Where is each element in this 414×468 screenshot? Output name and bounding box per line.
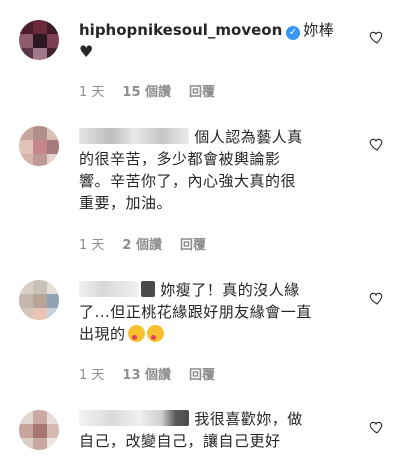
kissing-face-emoji [127,325,145,342]
reply-button[interactable]: 回覆 [189,368,215,383]
comment-likes[interactable]: 15 個讚 [122,85,171,100]
avatar[interactable] [19,280,59,320]
comment-likes[interactable]: 2 個讚 [122,238,162,253]
blurred-username[interactable] [79,281,139,297]
comment-text-line: 個人認為藝人真 [194,128,303,146]
comment-text: 妳棒 [303,21,335,39]
black-heart-emoji: ♥ [79,42,94,61]
comment-text-line: 妳瘦了！真的沒人緣 [160,281,300,299]
comment-text-line: 出現的 [79,325,126,343]
comment-meta: 1 天 13 個讚 回覆 [79,364,233,383]
comment-likes[interactable]: 13 個讚 [122,368,171,383]
comment-meta: 1 天 2 個讚 回覆 [79,234,224,253]
comment-body: 妳瘦了！真的沒人緣 了...但正桃花緣跟好朋友緣會一直 出現的 [79,279,369,345]
blurred-username[interactable] [79,128,189,144]
comment-meta: 1 天 15 個讚 回覆 [79,81,233,100]
comment-time[interactable]: 1 天 [79,238,104,253]
reply-button[interactable]: 回覆 [180,238,206,253]
comment-body: hiphopnikesoul_moveon ✓ 妳棒 ♥ [79,19,369,63]
heart-outline-icon[interactable] [368,136,384,152]
comment-text-line: 的很辛苦，多少都會被輿論影 [79,150,281,168]
comment-text-line: 我很喜歡妳，做 [194,410,303,428]
comment-text-line: 響。辛苦你了，內心強大真的很 [79,172,297,190]
heart-outline-icon[interactable] [368,290,384,306]
comment-text-line: 自己，改變自己，讓自己更好 [79,432,281,450]
avatar[interactable] [19,126,59,166]
reply-button[interactable]: 回覆 [189,85,215,100]
comment-time[interactable]: 1 天 [79,85,104,100]
blurred-username[interactable] [79,410,189,426]
blurred-username [141,281,155,297]
verified-badge-icon: ✓ [286,26,301,40]
comment-body: 我很喜歡妳，做 自己，改變自己，讓自己更好 [79,408,369,452]
avatar[interactable] [19,410,59,450]
avatar[interactable] [19,20,59,60]
comment-text-line: 重要，加油。 [79,194,173,212]
heart-outline-icon[interactable] [368,419,384,435]
comment-body: 個人認為藝人真 的很辛苦，多少都會被輿論影 響。辛苦你了，內心強大真的很 重要，… [79,126,369,214]
kissing-face-emoji [146,325,164,342]
comment-username[interactable]: hiphopnikesoul_moveon [79,21,282,39]
heart-outline-icon[interactable] [368,29,384,45]
comment-text-line: 了...但正桃花緣跟好朋友緣會一直 [79,303,312,321]
comment-time[interactable]: 1 天 [79,368,104,383]
